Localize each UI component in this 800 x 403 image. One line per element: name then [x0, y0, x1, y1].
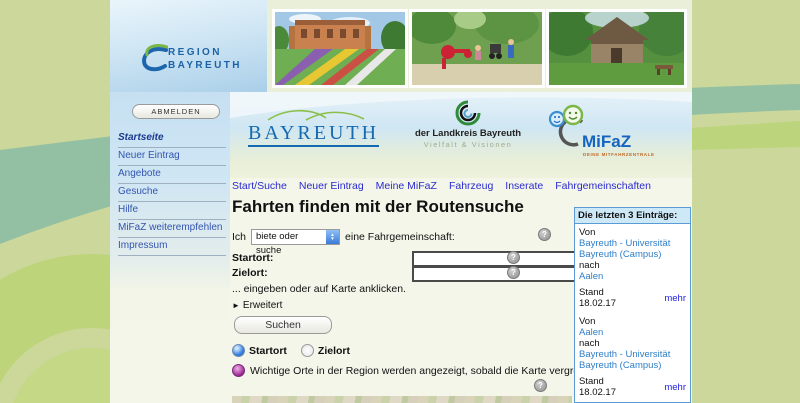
to-label: nach — [579, 338, 686, 349]
map-entry-hint: ... eingeben oder auf Karte anklicken. — [232, 283, 406, 295]
entry-stand-row: Stand 18.02.17 mehr — [579, 287, 686, 309]
entry-date: 18.02.17 — [579, 298, 616, 309]
latest-entries-title: Die letzten 3 Einträge: — [575, 208, 690, 224]
photo-playground — [409, 9, 545, 88]
page-container: REGION BAYREUTH ABMELDEN Startseite Neue… — [110, 0, 692, 403]
mode-prefix-label: Ich — [232, 231, 246, 243]
help-icon-start[interactable]: ? — [507, 251, 520, 264]
mode-select[interactable]: biete oder suche ▲▼ — [251, 229, 340, 245]
sidebar: ABMELDEN Startseite Neuer Eintrag Angebo… — [110, 92, 230, 403]
bayreuth-logo-arcs-icon — [266, 106, 366, 122]
dest-label: Zielort: — [232, 267, 268, 279]
entry-from-link[interactable]: Bayreuth - Universität Bayreuth (Campus) — [579, 238, 686, 260]
stand-label: Stand — [579, 287, 616, 298]
bayreuth-city-logo: BAYREUTH — [248, 122, 379, 147]
stand-label: Stand — [579, 376, 616, 387]
entry-to-link[interactable]: Bayreuth - Universität Bayreuth (Campus) — [579, 349, 686, 371]
advanced-toggle[interactable]: ► Erweitert — [232, 300, 282, 311]
latest-entries-list: Von Bayreuth - Universität Bayreuth (Cam… — [575, 224, 690, 403]
mode-row: Ich biete oder suche ▲▼ eine Fahrgemeins… — [232, 229, 552, 245]
nav-meine-mifaz[interactable]: Meine MiFaZ — [376, 180, 437, 192]
to-label: nach — [579, 260, 686, 271]
sidebar-item-angebote[interactable]: Angebote — [118, 166, 226, 184]
nav-neuer-eintrag[interactable]: Neuer Eintrag — [299, 180, 364, 192]
places-hint-text: Wichtige Orte in der Region werden angez… — [250, 365, 623, 377]
sidebar-item-weiterempfehlen[interactable]: MiFaZ weiterempfehlen — [118, 220, 226, 238]
region-logo-swoosh-icon — [140, 44, 168, 74]
help-icon-map[interactable]: ? — [534, 379, 547, 392]
entry-from-link[interactable]: Aalen — [579, 327, 686, 338]
main-nav: Start/Suche Neuer Eintrag Meine MiFaZ Fa… — [232, 180, 651, 192]
radio-zielort-label: Zielort — [318, 345, 350, 357]
nav-fahrzeug[interactable]: Fahrzeug — [449, 180, 493, 192]
landkreis-spiral-icon — [455, 100, 481, 126]
sidebar-item-startseite[interactable]: Startseite — [118, 130, 226, 148]
sidebar-menu: Startseite Neuer Eintrag Angebote Gesuch… — [118, 130, 226, 256]
from-label: Von — [579, 227, 686, 238]
more-link[interactable]: mehr — [664, 382, 686, 393]
entry-1: Von Bayreuth - Universität Bayreuth (Cam… — [579, 227, 686, 309]
search-button[interactable]: Suchen — [234, 316, 332, 334]
help-icon-dest[interactable]: ? — [507, 266, 520, 279]
mifaz-logo: MiFaZ DEINE MITFAHRZENTRALE — [546, 104, 676, 161]
dest-row: Zielort: — [232, 267, 632, 279]
region-logo-text: REGION BAYREUTH — [168, 46, 242, 72]
radio-startort[interactable] — [232, 344, 245, 357]
map-mode-radios: Startort Zielort — [232, 344, 364, 357]
mode-select-value: biete oder suche — [252, 230, 326, 244]
landkreis-logo: der Landkreis Bayreuth Vielfalt & Vision… — [398, 100, 538, 149]
latest-entries-panel: Die letzten 3 Einträge: Von Bayreuth - U… — [574, 207, 691, 403]
entry-date: 18.02.17 — [579, 387, 616, 398]
nav-fahrgemeinschaften[interactable]: Fahrgemeinschaften — [555, 180, 651, 192]
help-icon-mode[interactable]: ? — [538, 228, 551, 241]
radio-startort-label: Startort — [249, 345, 287, 357]
entry-2: Von Aalen nach Bayreuth - Universität Ba… — [579, 316, 686, 398]
select-arrows-icon: ▲▼ — [326, 230, 339, 244]
header-photo-strip — [267, 0, 692, 92]
sidebar-item-gesuche[interactable]: Gesuche — [118, 184, 226, 202]
logo-band: BAYREUTH der Landkreis Bayreuth Vielfalt… — [230, 92, 692, 178]
place-marker-icon — [232, 364, 245, 377]
entry-stand-row: Stand 18.02.17 mehr — [579, 376, 686, 398]
photo-farmhouse — [546, 9, 687, 88]
sidebar-item-neuer-eintrag[interactable]: Neuer Eintrag — [118, 148, 226, 166]
region-logo-panel: REGION BAYREUTH — [110, 0, 267, 92]
nav-start-suche[interactable]: Start/Suche — [232, 180, 287, 192]
start-label: Startort: — [232, 252, 273, 264]
photo-festspielhaus — [272, 9, 408, 88]
sidebar-item-hilfe[interactable]: Hilfe — [118, 202, 226, 220]
page-title: Fahrten finden mit der Routensuche — [232, 197, 524, 217]
sidebar-item-impressum[interactable]: Impressum — [118, 238, 226, 256]
more-link[interactable]: mehr — [664, 293, 686, 304]
from-label: Von — [579, 316, 686, 327]
logout-button[interactable]: ABMELDEN — [132, 104, 220, 119]
triangle-right-icon: ► — [232, 301, 240, 310]
map-canvas[interactable] — [232, 396, 572, 403]
entry-to-link[interactable]: Aalen — [579, 271, 686, 282]
radio-zielort[interactable] — [301, 344, 314, 357]
start-row: Startort: — [232, 252, 632, 264]
mode-suffix-label: eine Fahrgemeinschaft: — [345, 231, 455, 243]
places-hint-row: Wichtige Orte in der Region werden angez… — [232, 364, 623, 377]
nav-inserate[interactable]: Inserate — [505, 180, 543, 192]
